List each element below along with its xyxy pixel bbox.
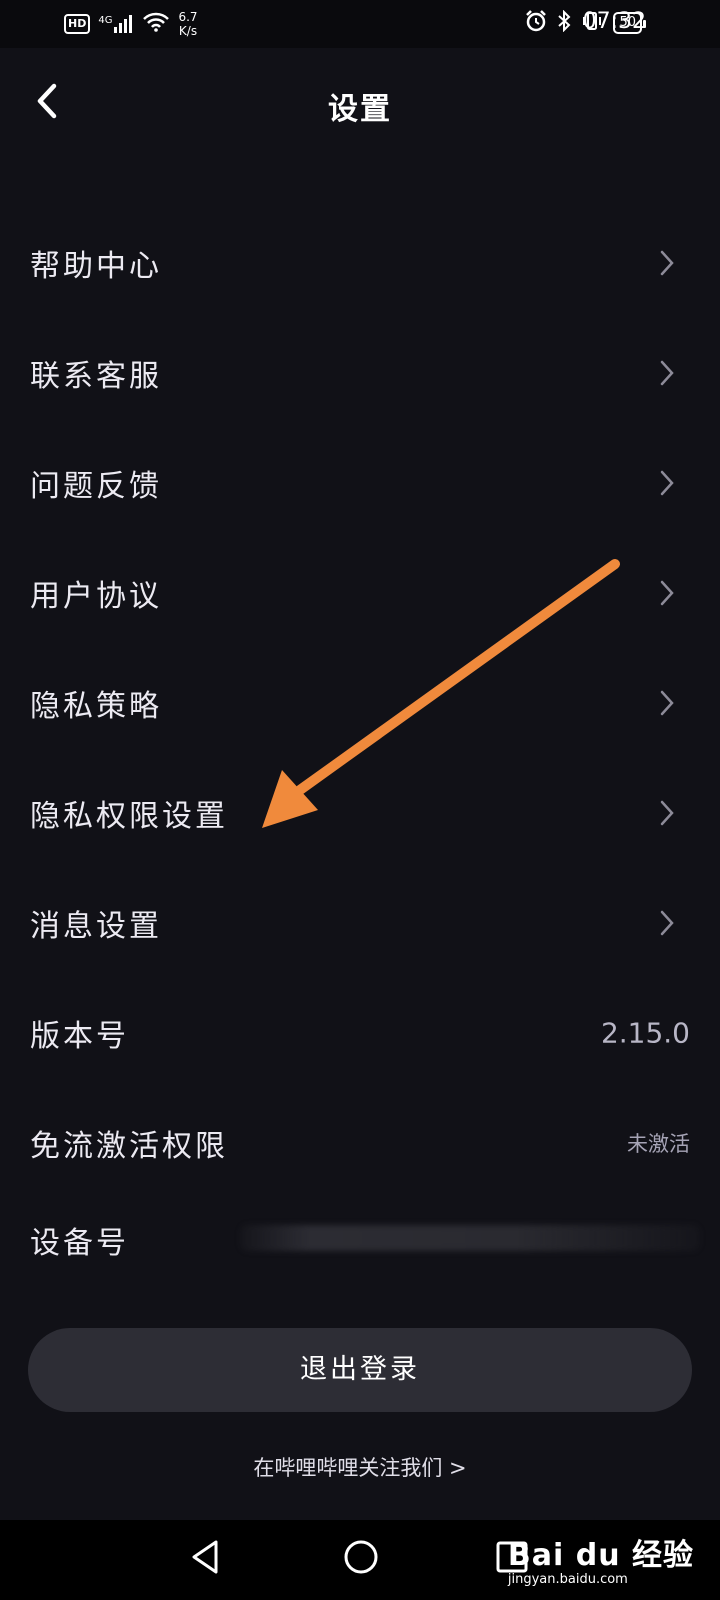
baidu-jingyan-watermark: Bai du 经验 jingyan.baidu.com bbox=[508, 1530, 694, 1587]
follow-bilibili-link[interactable]: 在哔哩哔哩关注我们 > bbox=[0, 1452, 720, 1482]
status-left: HD 4G 6.7 K/s bbox=[64, 10, 198, 38]
nav-back-button[interactable] bbox=[188, 1538, 222, 1580]
menu-item-label: 消息设置 bbox=[30, 909, 162, 944]
chevron-right-icon bbox=[660, 580, 674, 606]
chevron-right-icon bbox=[660, 250, 674, 276]
free-flow-label: 免流激活权限 bbox=[30, 1129, 228, 1164]
network-speed-unit: K/s bbox=[178, 24, 198, 38]
free-flow-row[interactable]: 免流激活权限 未激活 bbox=[0, 1088, 720, 1198]
watermark-url: jingyan.baidu.com bbox=[507, 1572, 628, 1587]
page-title: 设置 bbox=[328, 92, 392, 127]
circle-home-icon bbox=[344, 1540, 378, 1574]
menu-item-label: 用户协议 bbox=[30, 579, 162, 614]
watermark-brand: Bai du 经验 bbox=[507, 1538, 694, 1573]
app-header: 设置 bbox=[0, 48, 720, 158]
chevron-right-icon bbox=[660, 360, 674, 386]
network-speed-value: 6.7 bbox=[178, 10, 198, 24]
version-value: 2.15.0 bbox=[600, 1016, 690, 1050]
menu-item-label: 隐私策略 bbox=[30, 689, 162, 724]
clock: 07:32 bbox=[582, 9, 646, 34]
hd-badge: HD bbox=[64, 14, 91, 34]
menu-item-user-agreement[interactable]: 用户协议 bbox=[0, 538, 720, 648]
menu-item-privacy-policy[interactable]: 隐私策略 bbox=[0, 648, 720, 758]
chevron-right-icon bbox=[660, 690, 674, 716]
wifi-icon bbox=[142, 12, 170, 36]
status-bar: HD 4G 6.7 K/s 50 07:32 bbox=[0, 0, 720, 48]
network-type: 4G bbox=[98, 15, 113, 26]
menu-item-message-settings[interactable]: 消息设置 bbox=[0, 868, 720, 978]
free-flow-status: 未激活 bbox=[627, 1132, 690, 1156]
signal-icon: 4G bbox=[98, 15, 134, 33]
menu-item-privacy-permissions[interactable]: 隐私权限设置 bbox=[0, 758, 720, 868]
chevron-right-icon bbox=[660, 910, 674, 936]
chevron-right-icon bbox=[660, 470, 674, 496]
network-speed: 6.7 K/s bbox=[178, 10, 197, 38]
triangle-back-icon bbox=[192, 1540, 218, 1574]
menu-item-label: 隐私权限设置 bbox=[30, 799, 228, 834]
menu-item-help-center[interactable]: 帮助中心 bbox=[0, 208, 720, 318]
device-id-row: 设备号 bbox=[0, 1190, 720, 1290]
nav-home-button[interactable] bbox=[342, 1538, 380, 1580]
menu-item-label: 问题反馈 bbox=[30, 469, 162, 504]
menu-item-customer-service[interactable]: 联系客服 bbox=[0, 318, 720, 428]
version-row: 版本号 2.15.0 bbox=[0, 978, 720, 1088]
alarm-icon bbox=[525, 10, 547, 36]
logout-button[interactable]: 退出登录 bbox=[28, 1328, 692, 1412]
device-id-label: 设备号 bbox=[30, 1226, 129, 1261]
device-id-redacted bbox=[240, 1225, 700, 1251]
chevron-right-icon bbox=[660, 800, 674, 826]
menu-item-label: 帮助中心 bbox=[30, 249, 162, 284]
version-label: 版本号 bbox=[30, 1019, 129, 1054]
menu-item-label: 联系客服 bbox=[30, 359, 162, 394]
bluetooth-icon bbox=[557, 9, 571, 36]
menu-item-feedback[interactable]: 问题反馈 bbox=[0, 428, 720, 538]
